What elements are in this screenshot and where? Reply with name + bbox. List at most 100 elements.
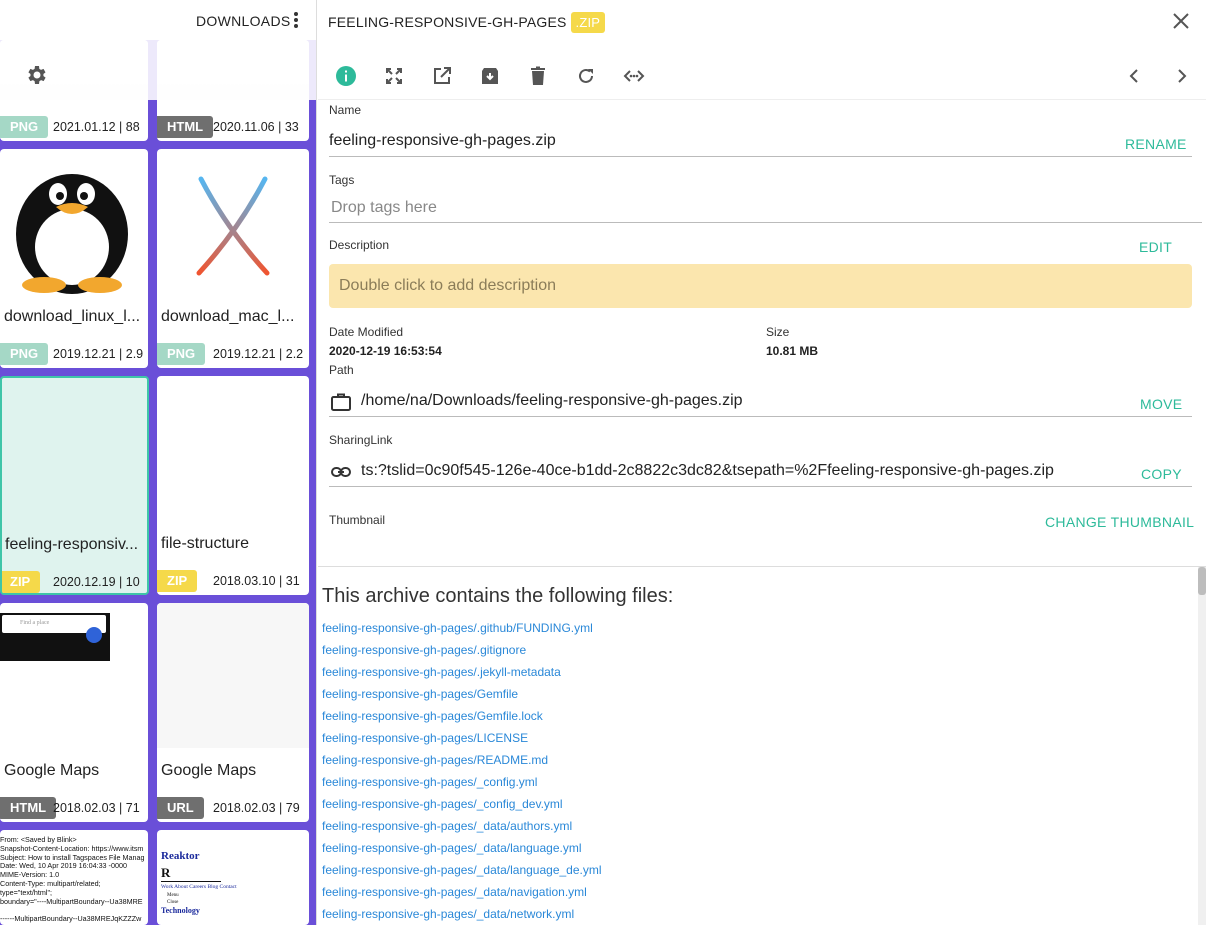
archive-file-entry[interactable]: feeling-responsive-gh-pages/_data/langua… xyxy=(322,863,602,885)
file-type-tag: PNG xyxy=(157,343,206,365)
archive-file-entry[interactable]: feeling-responsive-gh-pages/_data/langua… xyxy=(322,841,602,863)
mail-line: boundary="----MultipartBoundary--Ua38MRE xyxy=(0,896,143,906)
archive-preview: This archive contains the following file… xyxy=(318,566,1206,925)
archive-file-list: feeling-responsive-gh-pages/.github/FUND… xyxy=(322,621,602,925)
reaktor-page-thumbnail: Reaktor R Work About Careers Blog Contac… xyxy=(161,850,237,915)
sharing-underline xyxy=(329,486,1192,487)
archive-file-entry[interactable]: feeling-responsive-gh-pages/Gemfile xyxy=(322,687,602,709)
gear-icon[interactable] xyxy=(25,63,49,87)
info-icon[interactable] xyxy=(334,64,358,88)
archive-file-entry[interactable]: feeling-responsive-gh-pages/.gitignore xyxy=(322,643,602,665)
edit-description-button[interactable]: EDIT xyxy=(1139,239,1172,255)
reaktor-nav: Work About Careers Blog Contact xyxy=(161,881,237,890)
file-type-tag: HTML xyxy=(0,797,57,819)
grid-cell-reaktor-page[interactable]: Reaktor R Work About Careers Blog Contac… xyxy=(157,830,309,925)
grid-cell-file-structure[interactable]: file-structure ZIP 2018.03.10 | 31 xyxy=(157,376,309,595)
reaktor-tech: Technology xyxy=(161,906,200,915)
previous-file-icon[interactable] xyxy=(1122,64,1146,88)
grid-cell-feeling-responsive-selected[interactable]: feeling-responsiv... ZIP 2020.12.19 | 10 xyxy=(0,376,149,595)
mail-line: ------MultipartBoundary--Ua38MREJqKZZZw xyxy=(0,914,142,924)
archive-file-entry[interactable]: feeling-responsive-gh-pages/Gemfile.lock xyxy=(322,709,602,731)
download-icon[interactable] xyxy=(478,64,502,88)
archive-file-entry[interactable]: feeling-responsive-gh-pages/_data/networ… xyxy=(322,907,602,925)
reload-icon[interactable] xyxy=(574,64,598,88)
name-underline xyxy=(329,156,1192,157)
file-meta: 2018.02.03 | 71 xyxy=(53,801,140,815)
file-meta: 2019.12.21 | 2.2 xyxy=(213,347,304,361)
file-meta: 2020.12.19 | 10 xyxy=(53,575,140,589)
change-thumbnail-button[interactable]: CHANGE THUMBNAIL xyxy=(1045,514,1194,530)
grid-cell-download-mac[interactable]: download_mac_l... PNG 2019.12.21 | 2.2 xyxy=(157,149,309,368)
rename-button[interactable]: RENAME xyxy=(1125,136,1187,152)
fullscreen-icon[interactable] xyxy=(382,64,406,88)
archive-file-entry[interactable]: feeling-responsive-gh-pages/_data/naviga… xyxy=(322,885,602,907)
mac-x-icon xyxy=(157,149,309,294)
tags-label: Tags xyxy=(329,173,355,187)
path-label: Path xyxy=(329,363,354,377)
path-underline xyxy=(329,416,1192,417)
name-label: Name xyxy=(329,103,362,117)
archive-file-entry[interactable]: feeling-responsive-gh-pages/README.md xyxy=(322,753,602,775)
linux-penguin-icon xyxy=(0,149,148,294)
maps-screenshot-thumbnail: Find a place xyxy=(0,613,110,661)
size-label: Size xyxy=(766,325,790,339)
file-type-tag: ZIP xyxy=(157,570,198,592)
toolbar-divider xyxy=(318,99,1206,100)
archive-file-entry[interactable]: feeling-responsive-gh-pages/_config.yml xyxy=(322,775,602,797)
code-icon[interactable] xyxy=(622,64,646,88)
sharing-link-label: SharingLink xyxy=(329,433,393,447)
file-meta: 2018.03.10 | 31 xyxy=(213,574,300,588)
file-detail-panel: FEELING-RESPONSIVE-GH-PAGES .ZIP Name fee… xyxy=(318,0,1206,925)
path-value: /home/na/Downloads/feeling-responsive-gh… xyxy=(361,392,743,409)
archive-file-entry[interactable]: feeling-responsive-gh-pages/LICENSE xyxy=(322,731,602,753)
mhtml-text-thumbnail: From: <Saved by Blink> Snapshot-Content-… xyxy=(0,836,148,924)
file-name: Google Maps xyxy=(4,762,100,779)
reaktor-menu: Menu xyxy=(167,893,179,898)
date-modified-value: 2020-12-19 16:53:54 xyxy=(329,344,442,358)
reaktor-brand: Reaktor xyxy=(161,850,200,862)
grid-cell-google-maps-html[interactable]: Find a place Google Maps HTML 2018.02.03… xyxy=(0,603,148,822)
file-type-tag: PNG xyxy=(0,116,49,138)
file-name: download_mac_l... xyxy=(161,308,295,325)
archive-scrollbar[interactable] xyxy=(1198,567,1206,925)
folder-icon[interactable] xyxy=(330,391,352,413)
description-area[interactable]: Double click to add description xyxy=(329,264,1192,308)
date-modified-label: Date Modified xyxy=(329,325,404,339)
archive-file-entry[interactable]: feeling-responsive-gh-pages/_config_dev.… xyxy=(322,797,602,819)
file-title: FEELING-RESPONSIVE-GH-PAGES .ZIP xyxy=(328,12,606,33)
file-name: download_linux_l... xyxy=(4,308,141,325)
file-type-tag: PNG xyxy=(0,343,49,365)
name-input[interactable]: feeling-responsive-gh-pages.zip xyxy=(329,132,556,150)
file-type-tag: HTML xyxy=(157,116,214,138)
maps-blue-dot xyxy=(86,627,102,643)
next-file-icon[interactable] xyxy=(1170,64,1194,88)
copy-link-button[interactable]: COPY xyxy=(1141,466,1182,482)
description-placeholder: Double click to add description xyxy=(339,277,557,294)
grid-cell-google-maps-url[interactable]: Google Maps URL 2018.02.03 | 79 xyxy=(157,603,309,822)
file-extension-badge: .ZIP xyxy=(570,12,606,33)
grid-cell-download-linux[interactable]: download_linux_l... PNG 2019.12.21 | 2.9 xyxy=(0,149,148,368)
size-value: 10.81 MB xyxy=(766,344,819,358)
delete-icon[interactable] xyxy=(526,64,550,88)
archive-file-entry[interactable]: feeling-responsive-gh-pages/.jekyll-meta… xyxy=(322,665,602,687)
reaktor-logo: R xyxy=(161,865,171,880)
move-button[interactable]: MOVE xyxy=(1140,396,1182,412)
archive-file-entry[interactable]: feeling-responsive-gh-pages/_data/author… xyxy=(322,819,602,841)
grid-cell-mhtml-email[interactable]: From: <Saved by Blink> Snapshot-Content-… xyxy=(0,830,148,925)
description-label: Description xyxy=(329,238,390,252)
open-external-icon[interactable] xyxy=(430,64,454,88)
archive-heading: This archive contains the following file… xyxy=(322,585,674,607)
close-icon[interactable] xyxy=(1170,10,1192,32)
cell-thumbnail xyxy=(157,603,309,748)
archive-file-entry[interactable]: feeling-responsive-gh-pages/.github/FUND… xyxy=(322,621,602,643)
scrollbar-thumb[interactable] xyxy=(1198,567,1206,595)
file-title-text: FEELING-RESPONSIVE-GH-PAGES xyxy=(328,14,567,30)
file-meta: 2019.12.21 | 2.9 xyxy=(53,347,144,361)
file-type-tag: ZIP xyxy=(2,571,41,593)
left-panel-header: DOWNLOADS xyxy=(0,0,316,40)
tags-underline xyxy=(329,222,1202,223)
file-meta: 2020.11.06 | 33 xyxy=(213,120,299,134)
tags-drop-zone[interactable]: Drop tags here xyxy=(331,199,437,217)
file-name: file-structure xyxy=(161,535,250,552)
more-vert-icon[interactable] xyxy=(288,10,304,30)
